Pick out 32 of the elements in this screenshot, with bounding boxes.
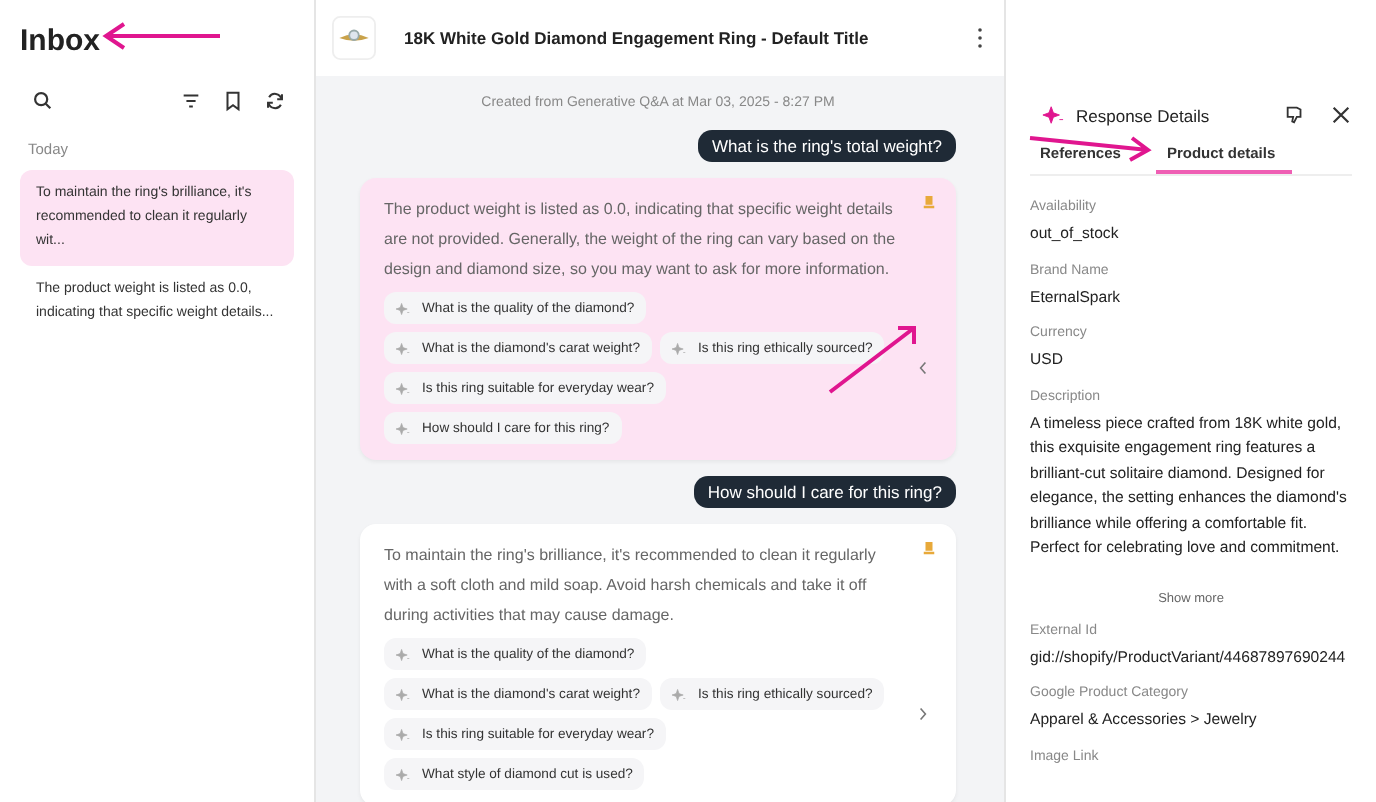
- chevron-left-icon[interactable]: [918, 360, 928, 376]
- sparkle-icon: [396, 687, 410, 701]
- sparkle-icon: [671, 687, 686, 701]
- bookmark-icon[interactable]: [222, 90, 244, 112]
- annotation-arrow: [102, 22, 222, 50]
- sparkle-icon: [396, 647, 410, 661]
- product-title: 18K White Gold Diamond Engagement Ring - Default Title: [404, 28, 871, 48]
- filter-icon[interactable]: [180, 90, 202, 112]
- chevron-right-icon[interactable]: [918, 706, 928, 722]
- refresh-icon[interactable]: [264, 90, 286, 112]
- answer-text: The product weight is listed as 0.0, indicating that specific weight details are not provided. Generally, the weight of the ring can vary based on the design and diamond size, so you may want to ask for more information.: [384, 198, 898, 282]
- close-icon[interactable]: [1330, 104, 1352, 126]
- sparkle-icon: [1042, 104, 1064, 126]
- sparkle-icon: [671, 341, 686, 355]
- sparkle-icon: [396, 301, 410, 315]
- ring-thumbnail-icon: [332, 16, 376, 60]
- annotation-arrow: [1028, 136, 1152, 162]
- inbox-title: Inbox: [20, 24, 100, 58]
- answer-text: To maintain the ring's brilliance, it's recommended to clean it regularly with a soft cloth and mild soap. Avoid harsh chemicals and take it off during activities that may cause damage.: [384, 544, 878, 628]
- answer-card[interactable]: [360, 178, 956, 460]
- thumbs-down-icon[interactable]: [1284, 104, 1306, 126]
- sparkle-icon: [396, 767, 410, 781]
- sparkle-icon: [396, 421, 410, 435]
- sparkle-icon: [396, 341, 410, 355]
- panel-title: Response Details: [1076, 105, 1212, 125]
- sparkle-icon: [396, 381, 410, 395]
- question-bubble: What is the ring's total weight?: [697, 130, 956, 162]
- question-bubble: How should I care for this ring?: [693, 476, 956, 508]
- more-options-icon[interactable]: [976, 26, 984, 50]
- answer-card[interactable]: [360, 524, 956, 802]
- sparkle-icon: [396, 727, 410, 741]
- search-icon[interactable]: [32, 90, 54, 112]
